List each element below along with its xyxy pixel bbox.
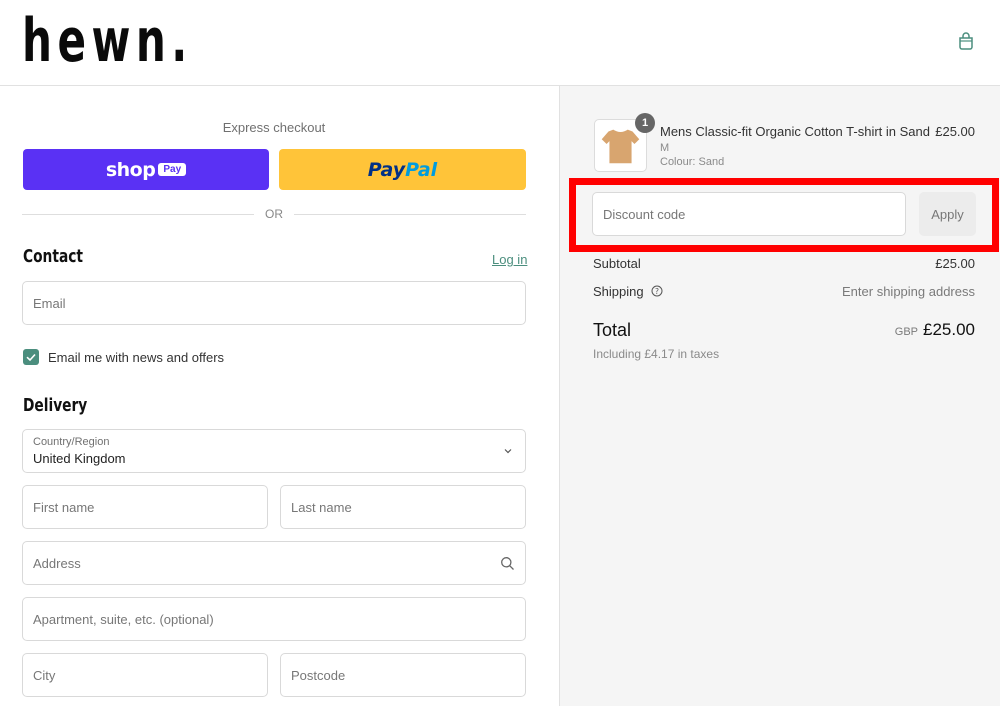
discount-code-input[interactable]: [593, 193, 905, 235]
search-icon[interactable]: [500, 556, 515, 571]
subtotal-label: Subtotal: [593, 256, 641, 271]
express-checkout-label: Express checkout: [222, 120, 326, 135]
apply-discount-button[interactable]: Apply: [919, 192, 976, 236]
shop-pay-badge: Pay: [158, 163, 187, 176]
shop-pay-logo: shop: [105, 158, 156, 181]
newsletter-checkbox[interactable]: [23, 349, 39, 365]
shopping-bag-icon[interactable]: [956, 31, 976, 51]
last-name-field[interactable]: [280, 485, 526, 529]
apartment-input[interactable]: [23, 598, 525, 640]
newsletter-label: Email me with news and offers: [48, 350, 225, 365]
tax-note: Including £4.17 in taxes: [593, 347, 720, 361]
svg-text:?: ?: [655, 287, 659, 296]
help-icon[interactable]: ?: [651, 285, 663, 297]
quantity-badge: 1: [635, 113, 655, 133]
paypal-button[interactable]: Pay Pal: [279, 149, 526, 190]
divider-line: [294, 214, 526, 215]
address-input[interactable]: [23, 542, 525, 584]
email-input[interactable]: [23, 282, 525, 324]
city-field[interactable]: [22, 653, 268, 697]
discount-code-field[interactable]: [592, 192, 906, 236]
first-name-field[interactable]: [22, 485, 268, 529]
header: hewn.: [0, 0, 1000, 86]
last-name-input[interactable]: [281, 486, 525, 528]
first-name-input[interactable]: [23, 486, 267, 528]
address-field[interactable]: [22, 541, 526, 585]
paypal-logo-part2: Pal: [405, 158, 438, 181]
checkout-form: Express checkout shop Pay Pay Pal OR Cont…: [0, 86, 559, 706]
postcode-input[interactable]: [281, 654, 525, 696]
country-label: Country/Region: [33, 436, 110, 448]
total-label: Total: [593, 320, 632, 340]
product-size: M: [660, 142, 670, 154]
total-amount: GBP £25.00: [895, 320, 975, 340]
country-value: United Kingdom: [33, 451, 126, 466]
subtotal-value: £25.00: [935, 256, 975, 271]
total-value: £25.00: [923, 320, 975, 339]
logo[interactable]: hewn.: [22, 6, 193, 76]
city-input[interactable]: [23, 654, 267, 696]
product-colour: Colour: Sand: [660, 156, 725, 168]
apartment-field[interactable]: [22, 597, 526, 641]
product-price: £25.00: [935, 124, 975, 139]
postcode-field[interactable]: [280, 653, 526, 697]
checkmark-icon: [26, 353, 36, 362]
chevron-down-icon: [504, 449, 512, 454]
shop-pay-button[interactable]: shop Pay: [23, 149, 269, 190]
product-name: Mens Classic-fit Organic Cotton T-shirt …: [660, 124, 930, 139]
paypal-logo-part1: Pay: [367, 158, 406, 181]
delivery-heading: Delivery: [23, 395, 88, 416]
shipping-label: Shipping: [593, 284, 644, 299]
country-select[interactable]: Country/Region United Kingdom: [22, 429, 526, 473]
email-field[interactable]: [22, 281, 526, 325]
total-currency: GBP: [894, 326, 918, 338]
order-summary: 1 Mens Classic-fit Organic Cotton T-shir…: [559, 86, 1000, 706]
shipping-value: Enter shipping address: [842, 284, 975, 299]
shipping-row-label: Shipping ?: [593, 284, 663, 299]
contact-heading: Contact: [23, 246, 83, 267]
login-link[interactable]: Log in: [492, 252, 527, 267]
or-divider: OR: [22, 206, 526, 222]
